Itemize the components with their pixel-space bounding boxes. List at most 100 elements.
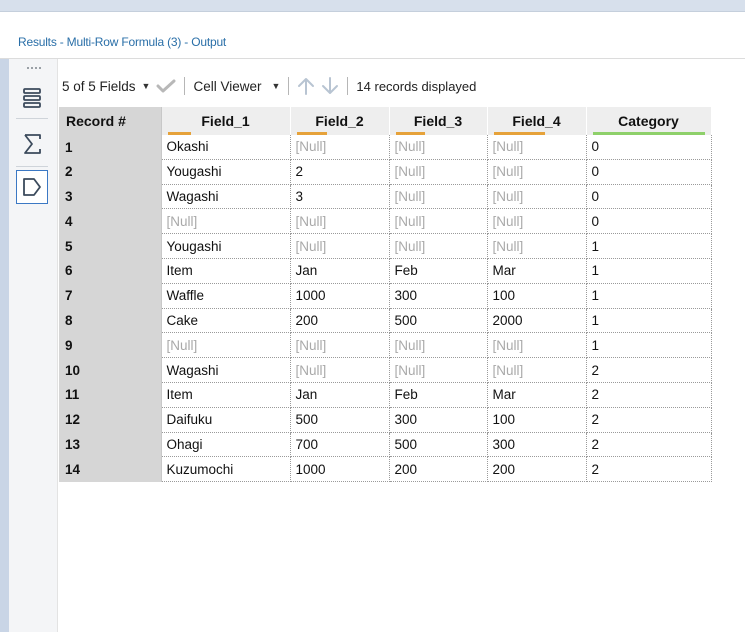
table-cell[interactable]: 2 bbox=[586, 456, 712, 483]
table-row[interactable]: 14 Kuzumochi 1000 200 200 2 bbox=[59, 456, 712, 483]
fields-dropdown[interactable]: 5 of 5 Fields ▼ bbox=[62, 74, 150, 98]
table-cell[interactable]: 0 bbox=[586, 159, 712, 185]
table-cell[interactable]: 2 bbox=[586, 432, 712, 458]
table-cell[interactable]: [Null] bbox=[487, 332, 587, 359]
table-cell[interactable]: Jan bbox=[290, 258, 390, 284]
table-cell[interactable]: Okashi bbox=[161, 135, 291, 160]
table-cell[interactable]: 200 bbox=[389, 456, 488, 483]
table-cell[interactable]: Daifuku bbox=[161, 407, 291, 433]
table-cell[interactable]: 500 bbox=[389, 308, 488, 334]
table-cell[interactable]: 100 bbox=[487, 407, 587, 433]
table-cell[interactable]: Jan bbox=[290, 382, 390, 408]
table-cell[interactable]: Item bbox=[161, 382, 291, 408]
table-cell[interactable]: Feb bbox=[389, 258, 488, 284]
table-cell[interactable]: 1 bbox=[586, 233, 712, 259]
table-row[interactable]: 11 Item Jan Feb Mar 2 bbox=[59, 382, 712, 408]
table-row[interactable]: 4 [Null] [Null] [Null] [Null] 0 bbox=[59, 208, 712, 235]
table-cell[interactable]: Yougashi bbox=[161, 233, 291, 259]
table-cell[interactable]: 700 bbox=[290, 432, 390, 458]
table-row[interactable]: 10 Wagashi [Null] [Null] [Null] 2 bbox=[59, 357, 712, 383]
table-row[interactable]: 12 Daifuku 500 300 100 2 bbox=[59, 407, 712, 433]
table-cell[interactable]: 500 bbox=[389, 432, 488, 458]
table-cell[interactable]: [Null] bbox=[487, 159, 587, 185]
drag-grip-icon[interactable] bbox=[27, 67, 41, 71]
table-cell[interactable]: [Null] bbox=[389, 208, 488, 235]
table-row[interactable]: 1 Okashi [Null] [Null] [Null] 0 bbox=[59, 135, 712, 160]
table-cell[interactable]: Yougashi bbox=[161, 159, 291, 185]
table-cell[interactable]: [Null] bbox=[389, 135, 488, 160]
table-cell[interactable]: Waffle bbox=[161, 283, 291, 309]
table-cell[interactable]: 300 bbox=[487, 432, 587, 458]
table-cell[interactable]: [Null] bbox=[487, 208, 587, 235]
table-cell[interactable]: Mar bbox=[487, 382, 587, 408]
table-row[interactable]: 7 Waffle 1000 300 100 1 bbox=[59, 283, 712, 309]
table-row[interactable]: 3 Wagashi 3 [Null] [Null] 0 bbox=[59, 184, 712, 210]
table-cell[interactable]: [Null] bbox=[290, 135, 390, 160]
table-cell[interactable]: 0 bbox=[586, 135, 712, 160]
table-cell[interactable]: 2000 bbox=[487, 308, 587, 334]
table-row[interactable]: 2 Yougashi 2 [Null] [Null] 0 bbox=[59, 159, 712, 185]
table-cell[interactable]: [Null] bbox=[290, 332, 390, 359]
table-row[interactable]: 6 Item Jan Feb Mar 1 bbox=[59, 258, 712, 284]
table-cell[interactable]: 1 bbox=[586, 258, 712, 284]
table-cell[interactable]: [Null] bbox=[389, 233, 488, 259]
table-cell[interactable]: 200 bbox=[290, 308, 390, 334]
table-cell[interactable]: 300 bbox=[389, 407, 488, 433]
column-quality-bar bbox=[493, 132, 546, 135]
table-cell[interactable]: 2 bbox=[586, 357, 712, 383]
column-header-1[interactable]: Field_1 bbox=[161, 107, 291, 135]
table-cell[interactable]: 2 bbox=[290, 159, 390, 185]
column-header-3[interactable]: Field_3 bbox=[389, 107, 488, 135]
table-cell[interactable]: Ohagi bbox=[161, 432, 291, 458]
arrow-up-icon[interactable] bbox=[297, 74, 315, 98]
table-row[interactable]: 5 Yougashi [Null] [Null] [Null] 1 bbox=[59, 233, 712, 259]
table-cell[interactable]: 1000 bbox=[290, 283, 390, 309]
table-cell[interactable]: Cake bbox=[161, 308, 291, 334]
table-cell[interactable]: [Null] bbox=[389, 357, 488, 383]
table-cell[interactable]: [Null] bbox=[389, 332, 488, 359]
table-cell[interactable]: Kuzumochi bbox=[161, 456, 291, 483]
table-cell[interactable]: 100 bbox=[487, 283, 587, 309]
table-cell[interactable]: [Null] bbox=[487, 184, 587, 210]
table-cell[interactable]: Mar bbox=[487, 258, 587, 284]
table-cell[interactable]: [Null] bbox=[487, 135, 587, 160]
table-cell[interactable]: 0 bbox=[586, 208, 712, 235]
table-cell[interactable]: Wagashi bbox=[161, 184, 291, 210]
record-column-header[interactable]: Record # bbox=[59, 107, 162, 135]
table-cell[interactable]: 300 bbox=[389, 283, 488, 309]
table-cell[interactable]: [Null] bbox=[161, 208, 291, 235]
table-cell[interactable]: 200 bbox=[487, 456, 587, 483]
table-cell[interactable]: 500 bbox=[290, 407, 390, 433]
table-cell[interactable]: 1 bbox=[586, 283, 712, 309]
column-header-4[interactable]: Field_4 bbox=[487, 107, 587, 135]
table-cell[interactable]: 1 bbox=[586, 308, 712, 334]
tag-view-icon[interactable] bbox=[16, 170, 48, 204]
column-header-2[interactable]: Field_2 bbox=[290, 107, 390, 135]
table-cell[interactable]: 3 bbox=[290, 184, 390, 210]
table-cell[interactable]: [Null] bbox=[389, 159, 488, 185]
table-cell[interactable]: 1 bbox=[586, 332, 712, 359]
table-cell[interactable]: Wagashi bbox=[161, 357, 291, 383]
table-cell[interactable]: [Null] bbox=[487, 233, 587, 259]
table-row[interactable]: 9 [Null] [Null] [Null] [Null] 1 bbox=[59, 332, 712, 359]
table-view-icon[interactable] bbox=[16, 82, 48, 114]
table-cell[interactable]: [Null] bbox=[290, 357, 390, 383]
table-cell[interactable]: [Null] bbox=[290, 233, 390, 259]
table-row[interactable]: 13 Ohagi 700 500 300 2 bbox=[59, 432, 712, 458]
table-cell[interactable]: [Null] bbox=[389, 184, 488, 210]
table-cell[interactable]: [Null] bbox=[290, 208, 390, 235]
table-cell[interactable]: Feb bbox=[389, 382, 488, 408]
table-cell[interactable]: [Null] bbox=[487, 357, 587, 383]
table-cell[interactable]: 2 bbox=[586, 382, 712, 408]
table-cell[interactable]: [Null] bbox=[161, 332, 291, 359]
arrow-down-icon[interactable] bbox=[321, 74, 339, 98]
apply-check-icon[interactable] bbox=[156, 74, 176, 98]
cell-viewer-dropdown[interactable]: Cell Viewer ▼ bbox=[193, 74, 280, 98]
column-header-5[interactable]: Category bbox=[586, 107, 712, 135]
table-cell[interactable]: Item bbox=[161, 258, 291, 284]
summary-sigma-icon[interactable] bbox=[16, 128, 48, 160]
table-cell[interactable]: 2 bbox=[586, 407, 712, 433]
table-row[interactable]: 8 Cake 200 500 2000 1 bbox=[59, 308, 712, 334]
table-cell[interactable]: 0 bbox=[586, 184, 712, 210]
table-cell[interactable]: 1000 bbox=[290, 456, 390, 483]
